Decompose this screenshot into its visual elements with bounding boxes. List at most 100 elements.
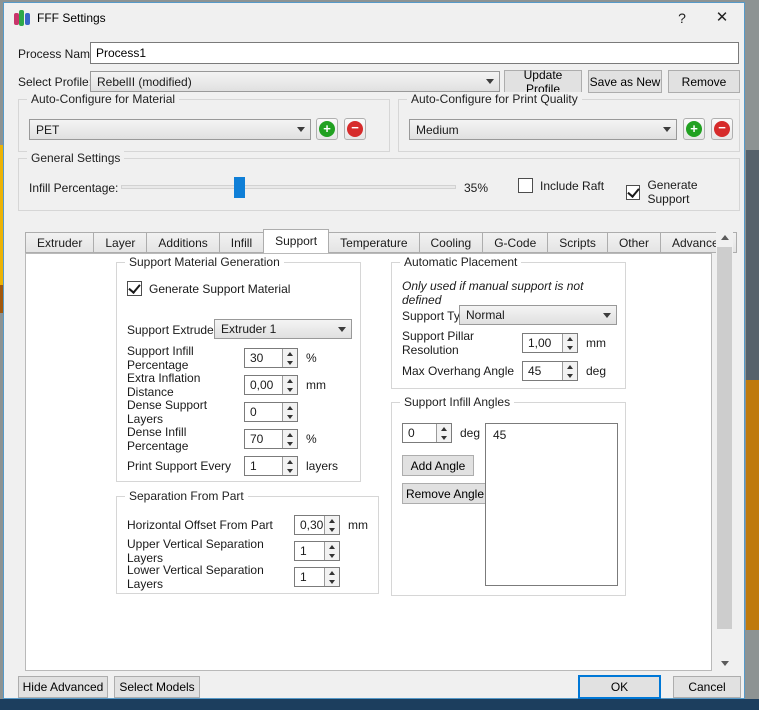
support-infill-percentage-spinbox[interactable]: 30	[244, 348, 298, 368]
app-icon	[14, 10, 30, 26]
extra-inflation-distance-spinbox[interactable]: 0,00	[244, 375, 298, 395]
tab-gcode[interactable]: G-Code	[483, 232, 548, 253]
add-angle-button[interactable]: Add Angle	[402, 455, 474, 476]
support-extruder-dropdown[interactable]: Extruder 1	[214, 319, 352, 339]
upper-vertical-separation-spinbox[interactable]: 1	[294, 541, 340, 561]
dense-infill-percentage-row: Dense Infill Percentage 70 %	[127, 429, 356, 449]
spin-up-down-buttons[interactable]	[562, 334, 577, 352]
tab-scripts[interactable]: Scripts	[548, 232, 608, 253]
window-title: FFF Settings	[37, 3, 106, 33]
checkbox[interactable]	[127, 281, 142, 296]
add-quality-button[interactable]: +	[683, 118, 705, 140]
tab-cooling[interactable]: Cooling	[420, 232, 484, 253]
spin-up-down-buttons[interactable]	[282, 376, 297, 394]
update-profile-button[interactable]: Update Profile	[504, 70, 582, 93]
setting-unit: layers	[306, 459, 338, 473]
lower-vertical-separation-spinbox[interactable]: 1	[294, 567, 340, 587]
generate-support-label: Generate Support	[647, 178, 739, 206]
quality-dropdown[interactable]: Medium	[409, 119, 677, 140]
angles-listbox[interactable]: 45	[485, 423, 618, 586]
infill-percentage-slider[interactable]	[121, 185, 456, 189]
group-title: Support Infill Angles	[400, 395, 514, 409]
remove-material-button[interactable]: −	[344, 118, 366, 140]
auto-configure-material-group: Auto-Configure for Material PET + −	[18, 99, 390, 152]
separation-from-part-group: Separation From Part Horizontal Offset F…	[116, 496, 379, 594]
spin-value: 0,00	[245, 376, 282, 394]
print-support-every-spinbox[interactable]: 1	[244, 456, 298, 476]
angle-spinbox[interactable]: 0	[402, 423, 452, 443]
group-title: Auto-Configure for Material	[27, 92, 179, 106]
spin-up-down-buttons[interactable]	[282, 457, 297, 475]
slider-handle[interactable]	[234, 177, 245, 198]
spin-value: 45	[523, 362, 562, 380]
save-as-new-button[interactable]: Save as New	[588, 70, 662, 93]
scrollbar-thumb[interactable]	[717, 247, 732, 629]
support-type-dropdown[interactable]: Normal	[459, 305, 617, 325]
checkbox[interactable]	[626, 185, 640, 200]
generate-support-checkbox[interactable]: Generate Support	[626, 178, 739, 206]
spin-value: 0	[245, 403, 282, 421]
spin-value: 1	[295, 542, 324, 560]
spin-up-down-buttons[interactable]	[324, 542, 339, 560]
title-bar[interactable]: FFF Settings ? ✕	[4, 3, 744, 33]
spin-up-down-buttons[interactable]	[324, 568, 339, 586]
cancel-button[interactable]: Cancel	[673, 676, 741, 698]
spin-up-down-buttons[interactable]	[324, 516, 339, 534]
setting-unit: %	[306, 432, 317, 446]
remove-profile-button[interactable]: Remove	[668, 70, 740, 93]
hide-advanced-button[interactable]: Hide Advanced	[18, 676, 108, 698]
support-infill-percentage-row: Support Infill Percentage 30 %	[127, 348, 356, 368]
tab-infill[interactable]: Infill	[220, 232, 264, 253]
chevron-down-icon	[658, 127, 676, 132]
select-models-button[interactable]: Select Models	[114, 676, 200, 698]
generate-support-material-checkbox[interactable]: Generate Support Material	[127, 281, 290, 296]
close-icon[interactable]: ✕	[706, 3, 738, 33]
help-button[interactable]: ?	[666, 3, 698, 33]
list-item[interactable]: 45	[493, 427, 610, 443]
material-value: PET	[30, 123, 292, 137]
setting-label: Horizontal Offset From Part	[127, 518, 294, 532]
tab-extruder[interactable]: Extruder	[25, 232, 94, 253]
checkbox[interactable]	[518, 178, 533, 193]
spin-up-down-buttons[interactable]	[282, 349, 297, 367]
tab-temperature[interactable]: Temperature	[329, 232, 419, 253]
add-material-button[interactable]: +	[316, 118, 338, 140]
include-raft-label: Include Raft	[540, 179, 604, 193]
setting-unit: deg	[460, 426, 480, 440]
spin-up-down-buttons[interactable]	[282, 430, 297, 448]
max-overhang-angle-spinbox[interactable]: 45	[522, 361, 578, 381]
support-infill-angles-group: Support Infill Angles 0 deg Add Angle Re…	[391, 402, 626, 596]
include-raft-checkbox[interactable]: Include Raft	[518, 178, 604, 193]
setting-label: Support Infill Percentage	[127, 344, 244, 372]
spin-up-down-buttons[interactable]	[282, 403, 297, 421]
scroll-down-icon[interactable]	[716, 656, 733, 671]
remove-quality-button[interactable]: −	[711, 118, 733, 140]
ok-button[interactable]: OK	[578, 675, 661, 699]
tab-other[interactable]: Other	[608, 232, 661, 253]
material-dropdown[interactable]: PET	[29, 119, 311, 140]
background-orange-panel	[746, 380, 759, 630]
settings-tab-bar: Extruder Layer Additions Infill Support …	[25, 230, 737, 253]
setting-label: Upper Vertical Separation Layers	[127, 537, 294, 565]
dense-support-layers-spinbox[interactable]: 0	[244, 402, 298, 422]
horizontal-offset-spinbox[interactable]: 0,30	[294, 515, 340, 535]
spin-up-down-buttons[interactable]	[436, 424, 451, 442]
support-pillar-resolution-spinbox[interactable]: 1,00	[522, 333, 578, 353]
profile-dropdown[interactable]: RebelII (modified)	[90, 71, 500, 92]
tab-additions[interactable]: Additions	[147, 232, 219, 253]
remove-angle-button[interactable]: Remove Angle	[402, 483, 488, 504]
vertical-scrollbar[interactable]	[716, 230, 733, 671]
process-name-input[interactable]	[90, 42, 739, 64]
select-profile-label: Select Profile:	[18, 75, 92, 89]
dense-infill-percentage-spinbox[interactable]: 70	[244, 429, 298, 449]
spin-up-down-buttons[interactable]	[562, 362, 577, 380]
spin-value: 30	[245, 349, 282, 367]
spin-value: 1,00	[523, 334, 562, 352]
horizontal-offset-row: Horizontal Offset From Part 0,30 mm	[127, 515, 374, 535]
tab-layer[interactable]: Layer	[94, 232, 147, 253]
scroll-up-icon[interactable]	[716, 230, 733, 245]
support-extruder-value: Extruder 1	[215, 322, 333, 336]
setting-label: Extra Inflation Distance	[127, 371, 244, 399]
process-name-label: Process Name:	[18, 47, 100, 61]
tab-support[interactable]: Support	[263, 229, 329, 253]
